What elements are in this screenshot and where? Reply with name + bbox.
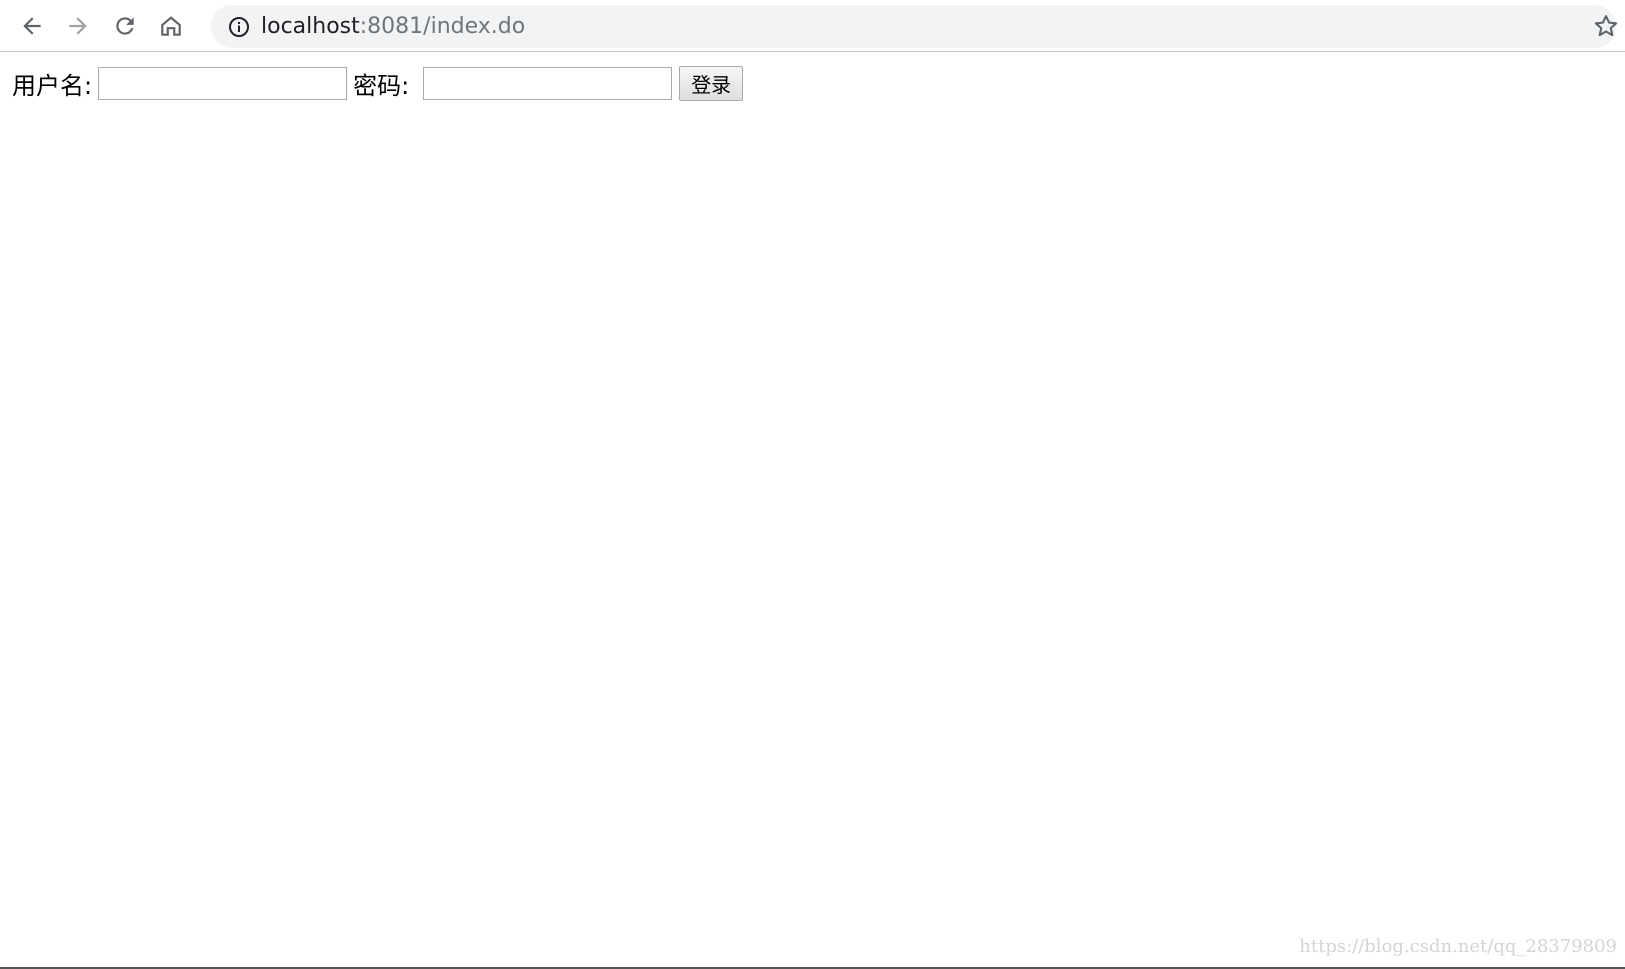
info-icon[interactable] xyxy=(227,15,251,39)
watermark: https://blog.csdn.net/qq_28379809 xyxy=(1299,936,1617,957)
home-button[interactable] xyxy=(151,6,191,46)
forward-button[interactable] xyxy=(58,6,98,46)
password-field[interactable] xyxy=(423,66,673,100)
password-label: 密码: xyxy=(353,71,410,100)
login-form: 用户名: 密码: 登录 xyxy=(12,65,744,101)
username-field[interactable] xyxy=(98,66,348,100)
reload-icon xyxy=(116,17,134,35)
url-text[interactable]: localhost:8081/index.do xyxy=(261,5,525,48)
arrow-right-icon xyxy=(69,17,87,35)
back-button[interactable] xyxy=(12,6,52,46)
username-label: 用户名: xyxy=(12,71,93,100)
page-content: 用户名: 密码: 登录 https://blog.csdn.net/qq_283… xyxy=(0,53,1625,969)
login-button[interactable]: 登录 xyxy=(679,65,744,101)
browser-window: localhost:8081/index.do 用户名: 密码: 登录 http… xyxy=(0,0,1625,969)
home-icon xyxy=(161,16,181,36)
url-host: localhost xyxy=(261,14,360,39)
star-icon[interactable] xyxy=(1592,12,1620,40)
reload-button[interactable] xyxy=(105,6,145,46)
url-path: :8081/index.do xyxy=(359,14,526,39)
arrow-left-icon xyxy=(23,17,41,35)
address-bar[interactable]: localhost:8081/index.do xyxy=(211,5,1616,48)
browser-toolbar: localhost:8081/index.do xyxy=(0,0,1625,52)
